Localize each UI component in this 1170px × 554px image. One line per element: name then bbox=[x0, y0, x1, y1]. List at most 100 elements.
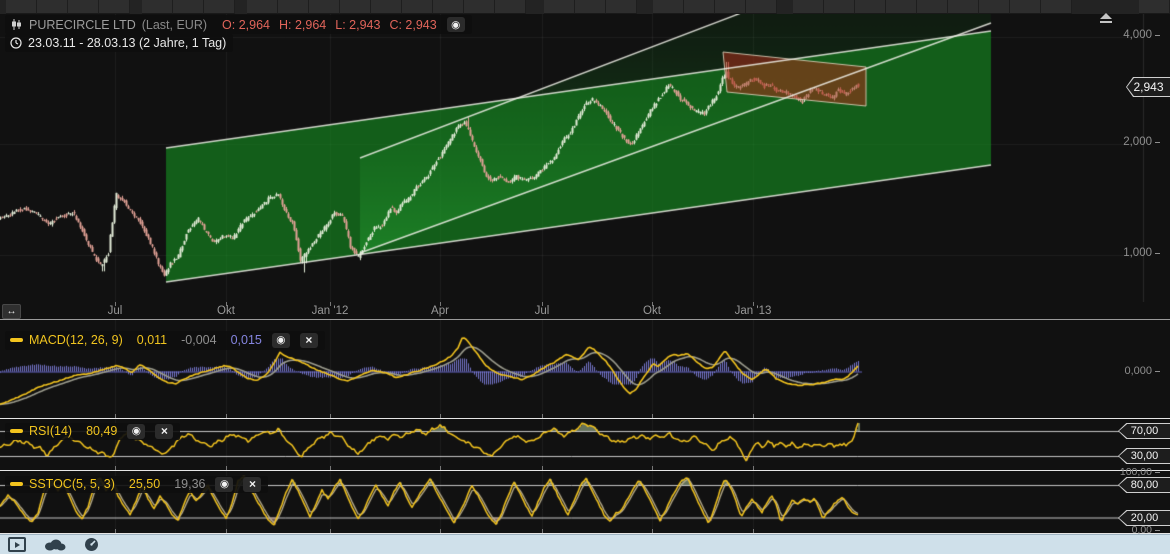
ohlc-values: O: 2,964 H: 2,964 L: 2,943 C: 2,943 bbox=[213, 18, 437, 32]
toolbar-button[interactable] bbox=[142, 0, 173, 14]
chart-application-window: PURECIRCLE LTD (Last, EUR) O: 2,964 H: 2,… bbox=[0, 0, 1170, 554]
toolbar-button[interactable] bbox=[979, 0, 1010, 14]
macd-value: 0,011 bbox=[136, 333, 168, 347]
symbol-legend: PURECIRCLE LTD (Last, EUR) O: 2,964 H: 2,… bbox=[5, 15, 472, 36]
ohlc-h: H: 2,964 bbox=[278, 17, 327, 32]
macd-close-button[interactable]: × bbox=[299, 332, 318, 348]
panel-axis-tick bbox=[226, 529, 227, 533]
play-panel-icon[interactable] bbox=[8, 537, 26, 552]
gauge-icon[interactable] bbox=[84, 537, 99, 552]
toolbar-button[interactable] bbox=[544, 0, 575, 14]
toolbar-button[interactable] bbox=[824, 0, 855, 14]
toolbar-button[interactable] bbox=[917, 0, 948, 14]
toolbar-button[interactable] bbox=[1010, 0, 1041, 14]
panel-axis-tick bbox=[652, 529, 653, 533]
panel-axis-tick bbox=[542, 414, 543, 418]
cloud-icon[interactable] bbox=[44, 538, 66, 551]
macd-settings-button[interactable]: ◉ bbox=[271, 332, 290, 348]
toolbar-button[interactable] bbox=[99, 0, 130, 14]
rsi-settings-button[interactable]: ◉ bbox=[127, 423, 146, 439]
sstoc-k-value: 25,50 bbox=[128, 477, 161, 491]
panel-axis-tick bbox=[542, 466, 543, 470]
time-axis-label: Jan '12 bbox=[311, 305, 349, 317]
clock-icon bbox=[10, 37, 22, 49]
panel-axis-tick bbox=[115, 414, 116, 418]
series-info: (Last, EUR) bbox=[141, 17, 208, 32]
toolbar-button[interactable] bbox=[495, 0, 526, 14]
macd-signal-value: -0,004 bbox=[181, 333, 217, 347]
panel-axis-tick bbox=[330, 466, 331, 470]
toolbar-button[interactable] bbox=[1041, 0, 1072, 14]
sstoc-close-button[interactable]: × bbox=[243, 476, 262, 492]
rsi-level-tag: 30,00 bbox=[1118, 448, 1170, 464]
toolbar-button[interactable] bbox=[746, 0, 777, 14]
toolbar-button[interactable] bbox=[247, 0, 278, 14]
scroll-chart-button[interactable]: ↔ bbox=[2, 304, 21, 319]
toolbar-button[interactable] bbox=[606, 0, 637, 14]
collapse-panel-icon[interactable] bbox=[1100, 13, 1112, 23]
time-axis-label: Jul bbox=[534, 305, 550, 317]
toolbar-button[interactable] bbox=[793, 0, 824, 14]
panel-axis-tick bbox=[330, 414, 331, 418]
panel-axis-tick bbox=[115, 466, 116, 470]
rsi-level-tag: 70,00 bbox=[1118, 423, 1170, 439]
toolbar-button[interactable] bbox=[278, 0, 309, 14]
toolbar-button-group bbox=[6, 0, 130, 14]
time-axis-label: Okt bbox=[217, 305, 235, 317]
panel-axis-tick bbox=[115, 529, 116, 533]
sstoc-d-value: 19,36 bbox=[174, 477, 206, 491]
macd-zero-label: 0,000 bbox=[1080, 365, 1160, 377]
toolbar-button[interactable] bbox=[855, 0, 886, 14]
toolbar-button[interactable] bbox=[886, 0, 917, 14]
panel-axis-tick bbox=[652, 466, 653, 470]
toolbar-button[interactable] bbox=[653, 0, 684, 14]
price-axis-label: 4,000 bbox=[1080, 29, 1160, 41]
toolbar-button[interactable] bbox=[433, 0, 464, 14]
toolbar-button[interactable] bbox=[340, 0, 371, 14]
toolbar-button[interactable] bbox=[1139, 0, 1170, 14]
toolbar-button-group bbox=[653, 0, 777, 14]
toolbar-button[interactable] bbox=[371, 0, 402, 14]
main-price-chart[interactable] bbox=[0, 14, 1170, 302]
toolbar-button[interactable] bbox=[715, 0, 746, 14]
rsi-title: RSI(14) bbox=[29, 424, 73, 438]
time-axis[interactable]: ↔ bbox=[0, 302, 1170, 319]
toolbar-button[interactable] bbox=[68, 0, 99, 14]
toolbar-button[interactable] bbox=[37, 0, 68, 14]
ohlc-c: C: 2,943 bbox=[389, 17, 437, 32]
panel-axis-tick bbox=[440, 414, 441, 418]
panel-axis-tick bbox=[753, 529, 754, 533]
toolbar-button[interactable] bbox=[464, 0, 495, 14]
time-axis-label: Okt bbox=[643, 305, 661, 317]
toolbar-button[interactable] bbox=[684, 0, 715, 14]
toolbar-button[interactable] bbox=[309, 0, 340, 14]
toolbar-button[interactable] bbox=[6, 0, 37, 14]
panel-axis-tick bbox=[440, 466, 441, 470]
price-axis-label: 1,000 bbox=[1080, 247, 1160, 259]
sstoc-settings-button[interactable]: ◉ bbox=[215, 476, 234, 492]
toolbar-button[interactable] bbox=[173, 0, 204, 14]
sstoc-header: SSTOC(5, 5, 3) 25,50 19,36 ◉ × bbox=[5, 473, 269, 493]
sstoc-level-tag: 80,00 bbox=[1118, 477, 1170, 493]
sstoc-edge-label: 100,00 bbox=[1080, 466, 1160, 478]
toolbar-button-group bbox=[1139, 0, 1170, 14]
sstoc-title: SSTOC(5, 5, 3) bbox=[29, 477, 115, 491]
rsi-close-button[interactable]: × bbox=[155, 423, 174, 439]
rsi-value: 80,49 bbox=[86, 424, 118, 438]
top-toolbar[interactable] bbox=[0, 0, 1170, 14]
panel-axis-tick bbox=[753, 466, 754, 470]
price-axis-label: 2,000 bbox=[1080, 136, 1160, 148]
panel-axis-tick bbox=[440, 529, 441, 533]
toolbar-button[interactable] bbox=[575, 0, 606, 14]
status-bar bbox=[0, 534, 1170, 554]
toolbar-button-group bbox=[142, 0, 235, 14]
macd-title: MACD(12, 26, 9) bbox=[29, 333, 123, 347]
toolbar-button[interactable] bbox=[204, 0, 235, 14]
series-settings-button[interactable]: ◉ bbox=[446, 17, 465, 32]
macd-hist-value: 0,015 bbox=[230, 333, 262, 347]
ohlc-l: L: 2,943 bbox=[335, 17, 381, 32]
ohlc-o: O: 2,964 bbox=[222, 17, 270, 32]
toolbar-button[interactable] bbox=[948, 0, 979, 14]
toolbar-button-group bbox=[793, 0, 1072, 14]
toolbar-button[interactable] bbox=[402, 0, 433, 14]
